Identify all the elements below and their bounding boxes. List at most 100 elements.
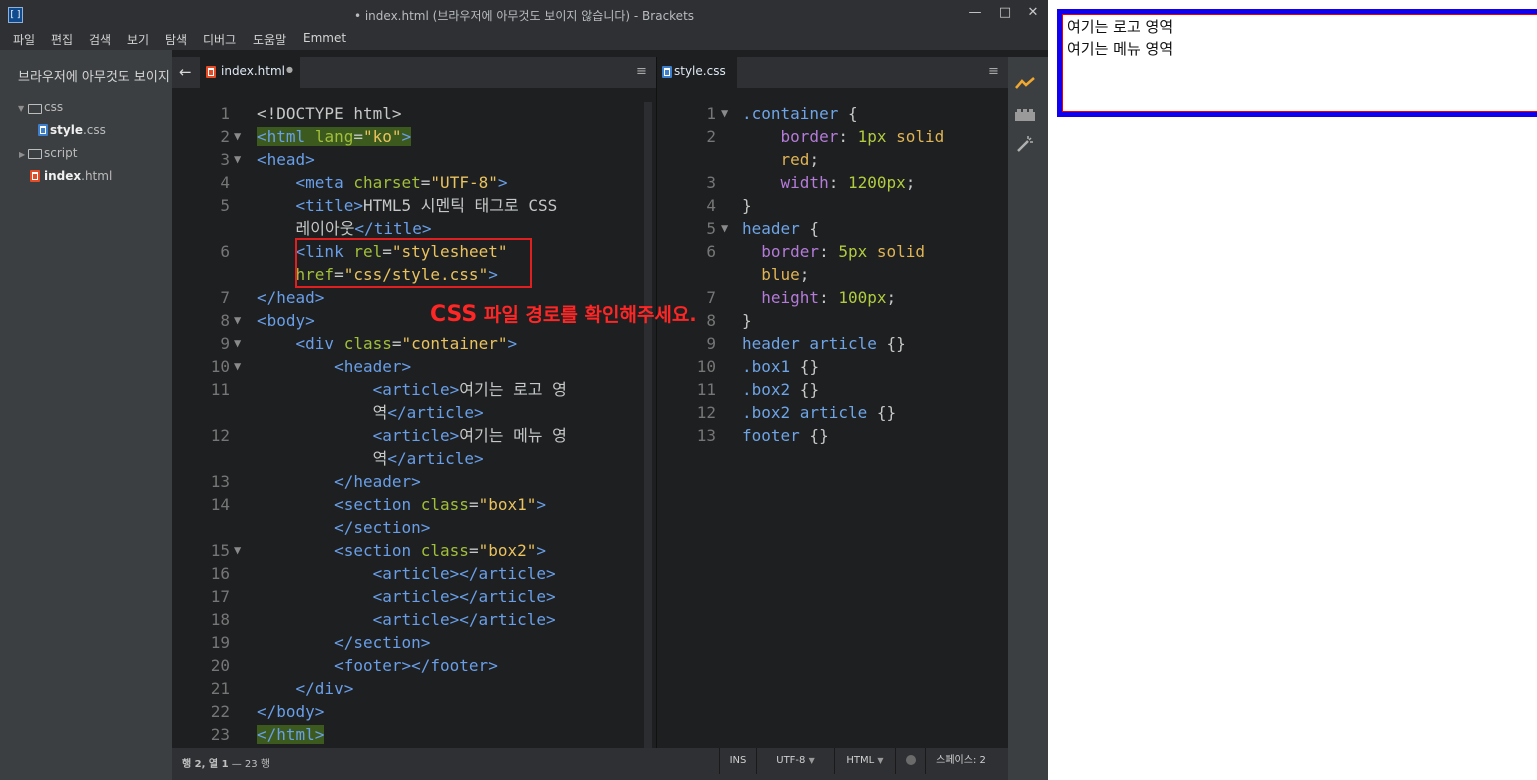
html-code-line[interactable]: <div class="container"> — [257, 332, 518, 355]
title-bar: [ ] • index.html (브라우저에 아무것도 보이지 않습니다) -… — [0, 0, 1048, 28]
css-code-line[interactable]: border: 5px solid — [742, 240, 925, 263]
css-code-line[interactable]: height: 100px; — [742, 286, 896, 309]
html-line-number: 14 — [210, 495, 230, 514]
html-line-number: 18 — [210, 610, 230, 629]
html-editor[interactable]: 1 <!DOCTYPE html> 2 ▼ <html lang="ko"> 3 ▼ <hea… — [172, 88, 656, 748]
menu-view[interactable]: 보기 — [127, 31, 149, 48]
extension-manager-icon[interactable] — [1014, 107, 1036, 121]
fold-arrow-icon[interactable]: ▼ — [721, 217, 728, 240]
tree-folder-script[interactable]: script — [44, 146, 77, 160]
language-select[interactable]: HTML ▼ — [834, 748, 895, 774]
html-code-line[interactable]: 역</article> — [257, 447, 484, 470]
css-code-line[interactable]: width: 1200px; — [742, 171, 916, 194]
menu-file[interactable]: 파일 — [13, 31, 35, 48]
magic-wand-icon[interactable] — [1014, 135, 1034, 155]
css-code-line[interactable]: .container { — [742, 102, 858, 125]
css-code-line[interactable]: header { — [742, 217, 819, 240]
encoding-select[interactable]: UTF-8 ▼ — [756, 748, 834, 774]
left-tab-bar: ← index.html ● ≡ — [172, 57, 656, 88]
project-title[interactable]: 브라우저에 아무것도 보이지 — [18, 66, 172, 85]
html-code-line[interactable]: <html lang="ko"> — [257, 125, 412, 148]
html-code-line[interactable]: </header> — [257, 470, 421, 493]
css-code-line[interactable]: .box2 {} — [742, 378, 819, 401]
html-code-line[interactable]: </section> — [257, 631, 430, 654]
menu-emmet[interactable]: Emmet — [303, 31, 346, 45]
menu-help[interactable]: 도움말 — [253, 31, 286, 48]
menu-edit[interactable]: 편집 — [51, 31, 73, 48]
html-line-number: 2 — [220, 127, 230, 146]
html-line-number: 15 — [210, 541, 230, 560]
tree-file-style-name: style — [50, 123, 83, 137]
minimize-icon[interactable]: — — [960, 2, 990, 24]
html-code-line[interactable]: <body> — [257, 309, 315, 332]
ins-mode[interactable]: INS — [719, 748, 756, 774]
html-code-line[interactable]: </html> — [257, 723, 325, 746]
html-code-line[interactable]: <article></article> — [257, 562, 556, 585]
html-code-line[interactable]: <article>여기는 로고 영 — [257, 378, 567, 401]
css-line-number: 10 — [696, 357, 716, 376]
html-code-line[interactable]: <title>HTML5 시멘틱 태그로 CSS — [257, 194, 558, 217]
css-line-number: 13 — [696, 426, 716, 445]
css-code-line[interactable]: border: 1px solid — [742, 125, 945, 148]
tree-file-style-css[interactable]: style.css — [50, 123, 106, 137]
css-code-line[interactable]: header article {} — [742, 332, 906, 355]
css-line-number: 4 — [706, 196, 716, 215]
html-code-line[interactable]: 레이아웃</title> — [257, 217, 432, 240]
fold-arrow-icon[interactable]: ▼ — [234, 309, 241, 332]
html-code-line[interactable]: <section class="box2"> — [257, 539, 546, 562]
tab-index-html[interactable]: index.html ● — [200, 57, 300, 88]
html-code-line[interactable]: <article></article> — [257, 608, 556, 631]
live-preview-icon[interactable] — [1015, 75, 1037, 89]
css-line-number: 3 — [706, 173, 716, 192]
css-code-line[interactable]: .box1 {} — [742, 355, 819, 378]
tree-file-index-html[interactable]: index.html — [44, 169, 112, 183]
fold-arrow-icon[interactable]: ▼ — [234, 148, 241, 171]
html-code-line[interactable]: <head> — [257, 148, 315, 171]
tab-style-css[interactable]: style.css — [657, 57, 737, 88]
menu-search[interactable]: 검색 — [89, 31, 111, 48]
css-code-line[interactable]: .box2 article {} — [742, 401, 896, 424]
html-code-line[interactable]: </body> — [257, 700, 324, 723]
fold-arrow-icon[interactable]: ▼ — [234, 539, 241, 562]
vertical-scrollbar[interactable] — [644, 102, 652, 748]
indent-setting[interactable]: 스페이스: 2 — [925, 748, 996, 774]
menu-debug[interactable]: 디버그 — [203, 31, 236, 48]
css-code-line[interactable]: footer {} — [742, 424, 829, 447]
html-line-number: 19 — [210, 633, 230, 652]
collapse-arrow-icon[interactable]: ▶ — [19, 150, 25, 159]
css-code-line[interactable]: } — [742, 309, 752, 332]
back-arrow-icon[interactable]: ← — [179, 63, 192, 81]
css-code-line[interactable]: blue; — [742, 263, 809, 286]
pane-menu-icon[interactable]: ≡ — [636, 64, 647, 79]
html-code-line[interactable]: <article></article> — [257, 585, 556, 608]
expand-arrow-icon[interactable]: ▼ — [18, 104, 24, 113]
html-code-line[interactable]: </section> — [257, 516, 430, 539]
html-code-line[interactable]: <article>여기는 메뉴 영 — [257, 424, 567, 447]
fold-arrow-icon[interactable]: ▼ — [234, 332, 241, 355]
html-code-line[interactable]: <meta charset="UTF-8"> — [257, 171, 508, 194]
css-editor[interactable]: 1 ▼ .container {2 border: 1px solid red; 3 … — [657, 88, 1008, 748]
maximize-icon[interactable]: □ — [990, 2, 1020, 24]
fold-arrow-icon[interactable]: ▼ — [234, 125, 241, 148]
language-label: HTML — [846, 755, 875, 766]
linter-status[interactable] — [895, 748, 925, 774]
fold-arrow-icon[interactable]: ▼ — [721, 102, 728, 125]
css-file-icon — [662, 66, 672, 78]
html-code-line[interactable]: <section class="box1"> — [257, 493, 546, 516]
menu-navigate[interactable]: 탐색 — [165, 31, 187, 48]
css-code-line[interactable]: red; — [742, 148, 820, 171]
close-icon[interactable]: ✕ — [1018, 2, 1048, 24]
annotation-text: CSS 파일 경로를 확인해주세요. — [430, 300, 697, 327]
html-code-line[interactable]: </div> — [257, 677, 354, 700]
fold-arrow-icon[interactable]: ▼ — [234, 355, 241, 378]
html-code-line[interactable]: <!DOCTYPE html> — [257, 102, 402, 125]
html-code-line[interactable]: 역</article> — [257, 401, 484, 424]
html-line-number: 5 — [220, 196, 230, 215]
tree-folder-css[interactable]: css — [44, 100, 63, 114]
html-code-line[interactable]: </head> — [257, 286, 324, 309]
tree-file-style-ext: .css — [82, 123, 106, 137]
html-code-line[interactable]: <footer></footer> — [257, 654, 498, 677]
pane-menu-icon[interactable]: ≡ — [988, 64, 999, 79]
html-code-line[interactable]: <header> — [257, 355, 411, 378]
css-code-line[interactable]: } — [742, 194, 752, 217]
